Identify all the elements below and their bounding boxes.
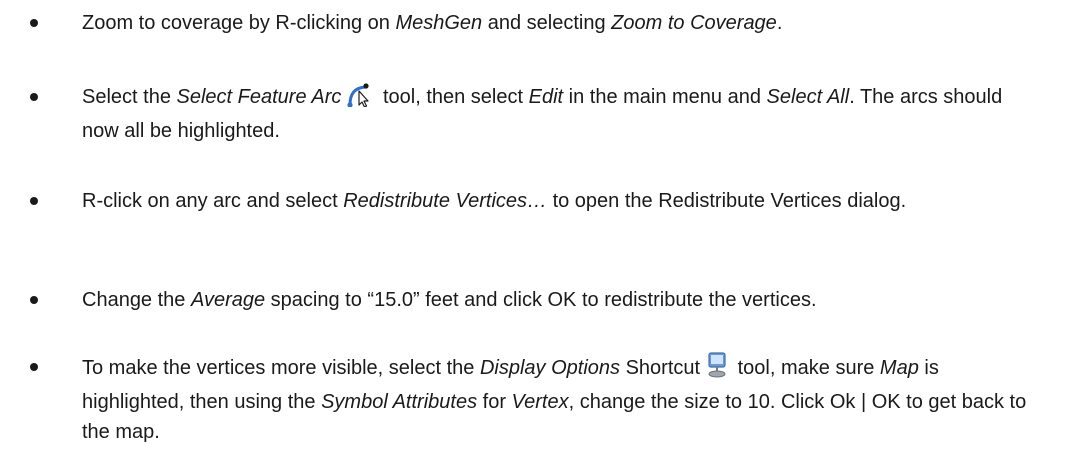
text-run: to open the Redistribute Vertices dialog… [547,190,907,212]
text-run: Select the [82,86,177,108]
instruction-document: Zoom to coverage by R-clicking on MeshGe… [0,0,1079,471]
text-run-italic: Display Options [479,357,621,379]
bullet-marker [30,197,38,205]
text-run: To make the vertices more visible, selec… [82,357,480,379]
list-item: Change the Average spacing to “15.0” fee… [30,285,1039,315]
display-options-icon [706,352,728,387]
list-item: To make the vertices more visible, selec… [30,352,1039,447]
list-item: Zoom to coverage by R-clicking on MeshGe… [30,8,1039,38]
text-run: Shortcut [620,357,701,379]
text-run: for [477,391,512,413]
text-run: R-click on any arc and select [82,190,344,212]
text-run-italic: Edit [528,86,564,108]
text-run: spacing to “15.0” feet and click OK to r… [265,289,817,311]
text-run-italic: Select Feature Arc [176,86,342,108]
text-run: Zoom to coverage by R-clicking on [82,12,396,34]
text-run: tool, then select [377,86,529,108]
text-run: in the main menu and [563,86,767,108]
bullet-marker [30,363,38,371]
text-run: tool, make sure [732,357,880,379]
text-run: and selecting [482,12,612,34]
bullet-marker [30,93,38,101]
text-run-italic: Map [879,357,919,379]
text-run-italic: Symbol Attributes [321,391,478,413]
text-run-italic: Redistribute Vertices… [343,190,548,212]
text-run-italic: Vertex [511,391,569,413]
text-run-italic: Zoom to Coverage [611,12,777,34]
text-run: . [776,12,783,34]
text-run-italic: Select All [766,86,850,108]
text-run-italic: MeshGen [395,12,483,34]
select-feature-arc-icon [347,83,373,116]
bullet-marker [30,296,38,304]
list-item: Zoom to coverage by R-clicking on Select… [30,82,1039,146]
text-run: Change the [82,289,191,311]
list-item: R-click on any arc and select Redistribu… [30,186,1039,216]
text-run-italic: Average [190,289,266,311]
bullet-marker [30,19,38,27]
